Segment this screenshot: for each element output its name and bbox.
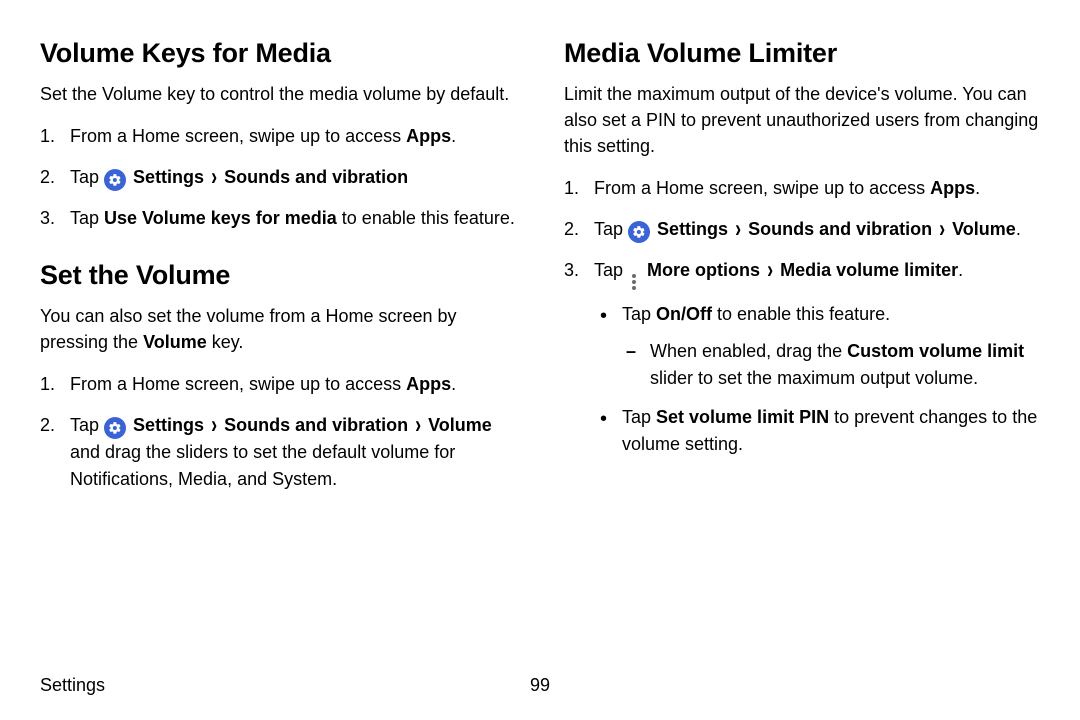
right-column: Media Volume Limiter Limit the maximum o… bbox=[564, 38, 1040, 507]
chevron-right-icon: › bbox=[211, 406, 217, 444]
step-item: Tap Settings › Sounds and vibration › Vo… bbox=[564, 216, 1040, 243]
step-text: . bbox=[975, 178, 980, 198]
bullet-item: Tap On/Off to enable this feature. When … bbox=[594, 301, 1040, 392]
settings-label: Settings bbox=[133, 167, 204, 187]
step-text: From a Home screen, swipe up to access bbox=[594, 178, 930, 198]
heading-set-volume: Set the Volume bbox=[40, 260, 516, 291]
more-options-icon bbox=[629, 273, 639, 291]
settings-gear-icon bbox=[104, 417, 126, 439]
apps-label: Apps bbox=[930, 178, 975, 198]
step-text: . bbox=[1016, 219, 1021, 239]
sub-dash-list: When enabled, drag the Custom volume lim… bbox=[622, 338, 1040, 392]
apps-label: Apps bbox=[406, 374, 451, 394]
bullet-text: to enable this feature. bbox=[712, 304, 890, 324]
chevron-right-icon: › bbox=[415, 406, 421, 444]
left-column: Volume Keys for Media Set the Volume key… bbox=[40, 38, 516, 507]
intro-media-limiter: Limit the maximum output of the device's… bbox=[564, 81, 1040, 159]
step-text: Tap bbox=[70, 167, 104, 187]
step-text: From a Home screen, swipe up to access bbox=[70, 126, 406, 146]
intro-text: You can also set the volume from a Home … bbox=[40, 306, 457, 352]
step-text: From a Home screen, swipe up to access bbox=[70, 374, 406, 394]
settings-gear-icon bbox=[104, 169, 126, 191]
page-footer: Settings 99 bbox=[40, 675, 1040, 696]
step-item: From a Home screen, swipe up to access A… bbox=[40, 123, 516, 150]
use-volume-keys-label: Use Volume keys for media bbox=[104, 208, 337, 228]
set-volume-limit-pin-label: Set volume limit PIN bbox=[656, 407, 829, 427]
step-text: and drag the sliders to set the default … bbox=[70, 442, 455, 489]
dash-text: When enabled, drag the bbox=[650, 341, 847, 361]
step-item: From a Home screen, swipe up to access A… bbox=[40, 371, 516, 398]
onoff-label: On/Off bbox=[656, 304, 712, 324]
bullet-item: Tap Set volume limit PIN to prevent chan… bbox=[594, 404, 1040, 458]
step-text: . bbox=[451, 374, 456, 394]
step-text: . bbox=[958, 260, 963, 280]
footer-page-number: 99 bbox=[530, 675, 550, 696]
step-text: Tap bbox=[70, 208, 104, 228]
sounds-label: Sounds and vibration bbox=[224, 167, 408, 187]
step-text: Tap bbox=[594, 260, 628, 280]
chevron-right-icon: › bbox=[767, 251, 773, 289]
custom-volume-limit-label: Custom volume limit bbox=[847, 341, 1024, 361]
step-text: Tap bbox=[594, 219, 628, 239]
chevron-right-icon: › bbox=[939, 210, 945, 248]
sounds-label: Sounds and vibration bbox=[224, 415, 408, 435]
volume-label: Volume bbox=[428, 415, 492, 435]
steps-volume-keys: From a Home screen, swipe up to access A… bbox=[40, 123, 516, 232]
sounds-label: Sounds and vibration bbox=[748, 219, 932, 239]
settings-label: Settings bbox=[133, 415, 204, 435]
volume-label: Volume bbox=[952, 219, 1016, 239]
footer-section: Settings bbox=[40, 675, 105, 695]
intro-set-volume: You can also set the volume from a Home … bbox=[40, 303, 516, 355]
media-volume-limiter-label: Media volume limiter bbox=[780, 260, 958, 280]
steps-set-volume: From a Home screen, swipe up to access A… bbox=[40, 371, 516, 493]
sub-bullets: Tap On/Off to enable this feature. When … bbox=[594, 301, 1040, 458]
chevron-right-icon: › bbox=[735, 210, 741, 248]
settings-label: Settings bbox=[657, 219, 728, 239]
step-text: to enable this feature. bbox=[337, 208, 515, 228]
apps-label: Apps bbox=[406, 126, 451, 146]
more-options-label: More options bbox=[647, 260, 760, 280]
step-item: From a Home screen, swipe up to access A… bbox=[564, 175, 1040, 202]
settings-gear-icon bbox=[628, 221, 650, 243]
step-item: Tap More options › Media volume limiter.… bbox=[564, 257, 1040, 458]
heading-volume-keys: Volume Keys for Media bbox=[40, 38, 516, 69]
volume-key-label: Volume bbox=[143, 332, 207, 352]
step-text: Tap bbox=[70, 415, 104, 435]
step-item: Tap Settings › Sounds and vibration bbox=[40, 164, 516, 191]
dash-item: When enabled, drag the Custom volume lim… bbox=[622, 338, 1040, 392]
step-item: Tap Use Volume keys for media to enable … bbox=[40, 205, 516, 232]
step-text: . bbox=[451, 126, 456, 146]
chevron-right-icon: › bbox=[211, 158, 217, 196]
steps-media-limiter: From a Home screen, swipe up to access A… bbox=[564, 175, 1040, 458]
step-item: Tap Settings › Sounds and vibration › Vo… bbox=[40, 412, 516, 493]
heading-media-limiter: Media Volume Limiter bbox=[564, 38, 1040, 69]
dash-text: slider to set the maximum output volume. bbox=[650, 368, 978, 388]
bullet-text: Tap bbox=[622, 304, 656, 324]
bullet-text: Tap bbox=[622, 407, 656, 427]
intro-volume-keys: Set the Volume key to control the media … bbox=[40, 81, 516, 107]
intro-text: key. bbox=[207, 332, 244, 352]
